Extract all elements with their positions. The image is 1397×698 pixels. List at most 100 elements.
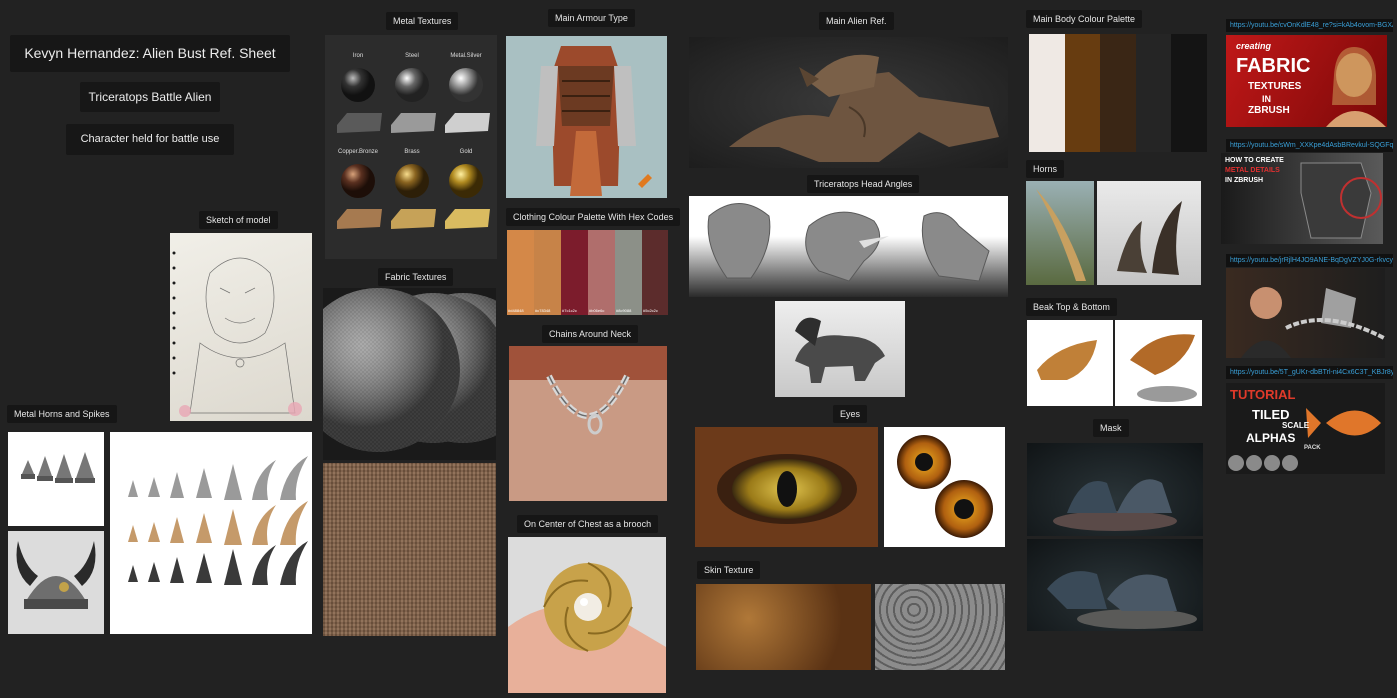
page-title: Kevyn Hernandez: Alien Bust Ref. Sheet [10, 35, 290, 72]
chains-drawing [546, 374, 630, 435]
helmet-drawing [16, 541, 96, 609]
glass-eyes-image[interactable] [884, 427, 1005, 547]
metal-label-silver: Metal.Silver [450, 53, 482, 59]
skin-texture-brown[interactable] [696, 584, 871, 670]
beak-top-image[interactable] [1027, 320, 1113, 406]
label-mask: Mask [1093, 419, 1129, 437]
label-metal-textures: Metal Textures [386, 12, 459, 30]
label-metal-horns: Metal Horns and Spikes [7, 405, 117, 423]
metal-label-copper: Copper.Bronze [337, 149, 379, 155]
skin-texture-grey[interactable] [875, 584, 1005, 670]
horn-pair-image[interactable] [1097, 181, 1201, 285]
tut4-line3: SCALE [1282, 421, 1310, 430]
chains-image[interactable] [509, 346, 667, 501]
armour-drawing [536, 46, 652, 196]
metal-label-gold: Gold [459, 149, 473, 155]
horn-photo-drawing [1036, 189, 1086, 281]
glass-eyes-drawing [897, 435, 993, 538]
head-angles-drawing [707, 203, 990, 282]
label-body-palette: Main Body Colour Palette [1026, 10, 1143, 28]
body-palette [1029, 34, 1207, 152]
tut4-line5: PACK [1304, 445, 1321, 451]
spikes-large-image[interactable] [110, 432, 312, 634]
label-sketch: Sketch of model [199, 211, 278, 229]
body-swatch-1[interactable] [1029, 34, 1065, 152]
label-beak: Beak Top & Bottom [1026, 298, 1117, 316]
fabric-spheres-image[interactable] [323, 288, 496, 460]
clothing-swatch-4[interactable]: #b06e6c [588, 230, 615, 315]
tutorial-link-2[interactable]: https://youtu.be/sWm_XXKpe4dAsbBRevkul-S… [1226, 139, 1393, 152]
label-clothing-palette: Clothing Colour Palette With Hex Codes [506, 208, 681, 226]
clothing-swatch-3-hex: #7c1c2c [562, 308, 577, 313]
tut4-line1: TUTORIAL [1230, 387, 1296, 402]
triceratops-drawing [795, 317, 885, 383]
burlap-weave-overlay [323, 463, 496, 636]
clothing-swatch-6[interactable]: #5c2c2c [642, 230, 668, 315]
mask-image-1[interactable] [1027, 443, 1203, 536]
clothing-swatch-4-hex: #b06e6c [589, 308, 605, 313]
clothing-swatch-3[interactable]: #7c1c2c [561, 230, 588, 315]
beak-bottom-image[interactable] [1115, 320, 1202, 406]
sketch-image[interactable] [170, 233, 312, 421]
label-main-armour: Main Armour Type [548, 9, 635, 27]
metal-spheres-drawing [337, 68, 490, 229]
tutorial-link-4[interactable]: https://youtu.be/5T_gUKr-dbBTrl-ni4Cx6C3… [1226, 366, 1393, 379]
tutorial-thumb-metal[interactable]: HOW TO CREATE METAL DETAILS IN ZBRUSH [1221, 153, 1383, 244]
body-swatch-3[interactable] [1100, 34, 1136, 152]
horn-pair-drawing [1117, 201, 1182, 275]
label-eyes: Eyes [833, 405, 868, 423]
tutorial-link-1[interactable]: https://youtu.be/cvOnKdlE48_re?si=kAb4ov… [1226, 19, 1393, 32]
metal-label-brass: Brass [404, 149, 420, 155]
clothing-swatch-6-hex: #5c2c2c [643, 308, 658, 313]
head-angles-image[interactable] [689, 196, 1008, 297]
clothing-swatch-5[interactable]: #8c9088 [615, 230, 642, 315]
armour-image[interactable] [506, 36, 667, 198]
clothing-palette: #d48848 #c78348 #7c1c2c #b06e6c #8c9088 … [507, 230, 668, 315]
tut1-avatar-drawing [1326, 47, 1386, 127]
main-alien-image[interactable] [689, 37, 1008, 168]
tut4-line2: TILED [1252, 407, 1290, 422]
label-chains: Chains Around Neck [542, 325, 639, 343]
clothing-swatch-1-hex: #d48848 [508, 308, 524, 313]
spikes-small-drawing [21, 452, 95, 483]
horn-photo-image[interactable] [1026, 181, 1094, 285]
sketch-drawing [172, 251, 302, 417]
clothing-swatch-2[interactable]: #c78348 [534, 230, 561, 315]
burlap-texture-image[interactable] [323, 463, 496, 636]
metal-label-steel: Steel [405, 53, 419, 59]
mask-drawing-1 [1053, 479, 1177, 531]
beak-top-drawing [1037, 340, 1097, 380]
viking-helmet-image[interactable] [8, 531, 104, 634]
brooch-drawing [508, 562, 666, 693]
clothing-swatch-1[interactable]: #d48848 [507, 230, 534, 315]
body-swatch-5[interactable] [1171, 34, 1207, 152]
spikes-large-drawing [128, 456, 308, 585]
dragon-eye-drawing [717, 454, 857, 524]
body-swatch-4[interactable] [1136, 34, 1171, 152]
mask-image-2[interactable] [1027, 539, 1203, 631]
tutorial-thumb-alphas[interactable]: TUTORIAL TILED SCALE ALPHAS PACK [1226, 383, 1385, 474]
beak-bottom-drawing [1130, 334, 1197, 402]
tut4-line4: ALPHAS [1246, 431, 1296, 445]
brooch-image[interactable] [508, 537, 666, 693]
label-main-alien: Main Alien Ref. [819, 12, 894, 30]
alien-drawing [729, 54, 999, 162]
triceratops-model-image[interactable] [775, 301, 905, 397]
tut2-drawing [1300, 162, 1382, 239]
mask-drawing-2 [1047, 571, 1197, 629]
label-head-angles: Triceratops Head Angles [807, 175, 920, 193]
tutorial-link-3[interactable]: https://youtu.be/jrRjlH4JO9ANE-BqDgVZYJ0… [1226, 254, 1393, 267]
label-fabric-textures: Fabric Textures [378, 268, 454, 286]
tutorial-thumb-fabric[interactable]: creating FABRIC TEXTURES IN ZBRUSH [1226, 35, 1387, 127]
tutorial-thumb-chains[interactable] [1226, 268, 1385, 358]
label-horns: Horns [1026, 160, 1065, 178]
clothing-swatch-5-hex: #8c9088 [616, 308, 632, 313]
dragon-eye-image[interactable] [695, 427, 878, 547]
spikes-small-image[interactable] [8, 432, 104, 526]
body-swatch-2[interactable] [1065, 34, 1100, 152]
label-brooch: On Center of Chest as a brooch [517, 515, 659, 533]
metal-label-iron: Iron [352, 53, 364, 59]
note-card: Character held for battle use [66, 124, 234, 155]
clothing-swatch-2-hex: #c78348 [535, 308, 551, 313]
metal-textures-image[interactable]: Iron Steel Metal.Silver Copper.Bronze Br… [325, 35, 497, 259]
